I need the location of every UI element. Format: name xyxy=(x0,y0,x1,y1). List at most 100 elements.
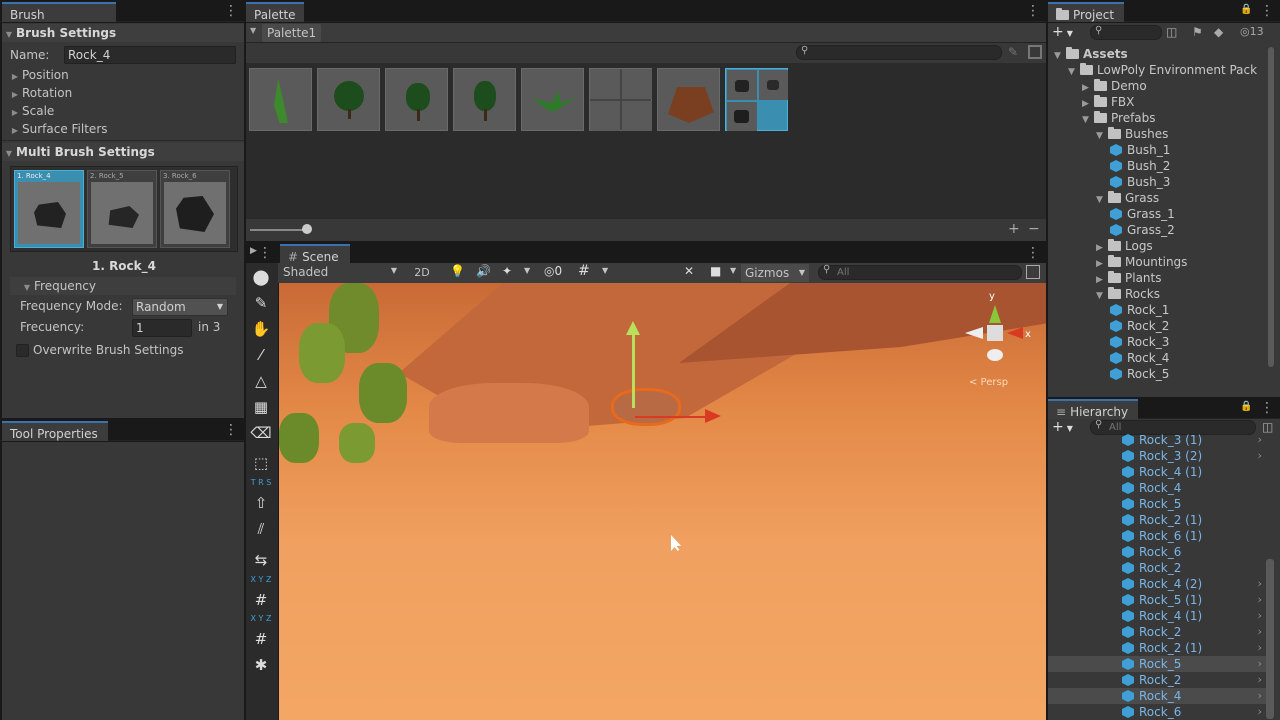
2d-toggle-button[interactable]: 2D xyxy=(410,264,434,282)
tool-properties-menu-icon[interactable]: ⋮ xyxy=(224,422,238,438)
add-icon[interactable]: + xyxy=(1008,221,1020,237)
hierarchy-menu-icon[interactable]: ⋮ xyxy=(1260,400,1274,416)
palette-dropdown-icon[interactable]: ▼ xyxy=(250,26,256,35)
brush-thumbnail-1[interactable]: 1. Rock_4 xyxy=(14,170,84,248)
palette-selector[interactable]: Palette1 xyxy=(262,24,322,42)
project-folder-item[interactable]: ▶ Demo xyxy=(1082,78,1147,94)
project-folder-item[interactable]: ▼ Assets xyxy=(1054,46,1128,62)
multi-brush-header[interactable]: ▼ Multi Brush Settings xyxy=(2,143,244,161)
hierarchy-scrollbar[interactable] xyxy=(1266,559,1274,719)
hierarchy-item[interactable]: Rock_4 xyxy=(1048,480,1266,496)
prefab-open-icon[interactable]: › xyxy=(1258,704,1262,720)
project-prefab-item[interactable]: Rock_5 xyxy=(1110,366,1169,382)
zoom-slider-track[interactable] xyxy=(250,229,308,231)
brush-thumbnail-3[interactable]: 3. Rock_6 xyxy=(160,170,230,248)
project-folder-item[interactable]: ▶ Plants xyxy=(1096,270,1162,286)
hierarchy-item[interactable]: Rock_2 › xyxy=(1048,672,1266,688)
palette-cell-bush-3[interactable] xyxy=(453,68,516,131)
gravity-brush-icon[interactable]: ✋ xyxy=(249,318,273,340)
prefab-open-icon[interactable]: › xyxy=(1258,576,1262,592)
name-input[interactable]: Rock_4 xyxy=(64,46,236,64)
hierarchy-item[interactable]: Rock_5 › xyxy=(1048,656,1266,672)
hierarchy-item[interactable]: Rock_4 (1) › xyxy=(1048,608,1266,624)
hierarchy-item[interactable]: Rock_4 › xyxy=(1048,688,1266,704)
palette-cell-grass-group[interactable] xyxy=(589,68,652,131)
prefab-open-icon[interactable]: › xyxy=(1258,656,1262,672)
tab-project[interactable]: Project xyxy=(1048,2,1124,22)
selection-tool-icon[interactable]: ⬚ xyxy=(249,452,273,474)
tab-brush-properties[interactable]: Brush Properties xyxy=(2,2,116,36)
palette-cell-grass-tall[interactable] xyxy=(249,68,312,131)
brush-thumbnail-2[interactable]: 2. Rock_5 xyxy=(87,170,157,248)
prefab-open-icon[interactable]: › xyxy=(1258,688,1262,704)
project-search-input[interactable]: ⚲ xyxy=(1090,25,1162,40)
project-folder-item[interactable]: ▶ FBX xyxy=(1082,94,1134,110)
hierarchy-item[interactable]: Rock_4 (1) xyxy=(1048,464,1266,480)
dropdown-arrow-icon[interactable]: ▼ xyxy=(524,266,530,275)
search-by-label-icon[interactable]: ⚑ xyxy=(1192,25,1206,39)
tab-tool-properties[interactable]: Tool Properties xyxy=(2,421,108,441)
lock-icon[interactable]: 🔒 xyxy=(1240,4,1252,16)
lock-icon[interactable]: 🔒 xyxy=(1240,401,1252,413)
dropdown-arrow-icon[interactable]: ▼ xyxy=(730,266,736,275)
orientation-gizmo[interactable]: y x xyxy=(959,291,1039,371)
grid-snap-icon[interactable]: # xyxy=(249,589,273,611)
create-button[interactable]: + ▼ xyxy=(1052,24,1082,42)
zoom-slider-handle[interactable] xyxy=(302,224,312,234)
foldout-rotation[interactable]: ▶ Rotation xyxy=(2,84,244,102)
project-prefab-item[interactable]: Rock_2 xyxy=(1110,318,1169,334)
prefab-open-icon[interactable]: › xyxy=(1258,448,1262,464)
tag-icon[interactable]: ◆ xyxy=(1214,25,1228,39)
prefab-open-icon[interactable]: › xyxy=(1258,640,1262,656)
lighting-icon[interactable]: 💡 xyxy=(450,264,466,282)
frequency-foldout[interactable]: ▼ Frequency xyxy=(10,277,236,295)
scene-menu-icon[interactable]: ⋮ xyxy=(1026,245,1040,261)
palette-cell-bush-1[interactable] xyxy=(317,68,380,131)
project-prefab-item[interactable]: Rock_1 xyxy=(1110,302,1169,318)
prefab-open-icon[interactable]: › xyxy=(1258,432,1262,448)
grid-icon[interactable]: # xyxy=(578,263,594,281)
project-prefab-item[interactable]: Grass_1 xyxy=(1110,206,1175,222)
foldout-open-icon[interactable]: ▼ xyxy=(1096,192,1108,208)
tool-overlay-toggle-icon[interactable]: ▶ xyxy=(250,246,257,256)
remove-icon[interactable]: − xyxy=(1028,221,1040,237)
camera-icon[interactable]: ■ xyxy=(710,264,728,282)
project-folder-item[interactable]: ▼ Rocks xyxy=(1096,286,1160,302)
tab-scene[interactable]: # Scene xyxy=(280,244,350,264)
foldout-surface-filters[interactable]: ▶ Surface Filters xyxy=(2,120,244,138)
project-prefab-item[interactable]: Bush_1 xyxy=(1110,142,1170,158)
audio-icon[interactable]: 🔊 xyxy=(476,264,492,282)
brush-properties-menu-icon[interactable]: ⋮ xyxy=(224,3,238,19)
overwrite-checkbox[interactable] xyxy=(16,344,29,357)
prefab-open-icon[interactable]: › xyxy=(1258,672,1262,688)
prefab-open-icon[interactable]: › xyxy=(1258,608,1262,624)
tab-hierarchy[interactable]: ≡ Hierarchy xyxy=(1048,399,1138,419)
foldout-position[interactable]: ▶ Position xyxy=(2,66,244,84)
hierarchy-item[interactable]: Rock_2 (1) › xyxy=(1048,640,1266,656)
eyedropper-icon[interactable]: ✎ xyxy=(1008,45,1022,59)
grid-move-icon[interactable]: # xyxy=(249,628,273,650)
projection-label[interactable]: < Persp xyxy=(969,377,1008,388)
hierarchy-item[interactable]: Rock_5 xyxy=(1048,496,1266,512)
hierarchy-item[interactable]: Rock_2 (1) xyxy=(1048,512,1266,528)
foldout-open-icon[interactable]: ▼ xyxy=(1082,112,1094,128)
palette-cell-rocks[interactable] xyxy=(725,68,788,131)
project-prefab-item[interactable]: Grass_2 xyxy=(1110,222,1175,238)
tiling-tool-icon[interactable]: ▦ xyxy=(249,396,273,418)
eraser-tool-icon[interactable]: ⌫ xyxy=(249,422,273,444)
x-axis-handle[interactable] xyxy=(635,416,709,418)
line-tool-icon[interactable]: ⁄ xyxy=(249,344,273,366)
gizmos-dropdown[interactable]: Gizmos ▼ xyxy=(741,264,809,282)
frecuency-input[interactable]: 1 xyxy=(132,319,192,337)
scene-view-options-icon[interactable] xyxy=(1026,265,1040,279)
dropdown-arrow-icon[interactable]: ▼ xyxy=(602,266,608,275)
project-folder-item[interactable]: ▼ LowPoly Environment Pack xyxy=(1068,62,1257,78)
hierarchy-item[interactable]: Rock_4 (2) › xyxy=(1048,576,1266,592)
extrude-tool-icon[interactable]: ⇧ xyxy=(249,492,273,514)
y-axis-handle[interactable] xyxy=(632,328,635,408)
placement-tool-icon[interactable]: ⬤ xyxy=(249,266,273,288)
project-folder-item[interactable]: ▶ Logs xyxy=(1096,238,1153,254)
foldout-open-icon[interactable]: ▼ xyxy=(1054,48,1066,64)
hierarchy-item[interactable]: Rock_6 › xyxy=(1048,704,1266,720)
grid-toggle-icon[interactable] xyxy=(1028,45,1042,59)
